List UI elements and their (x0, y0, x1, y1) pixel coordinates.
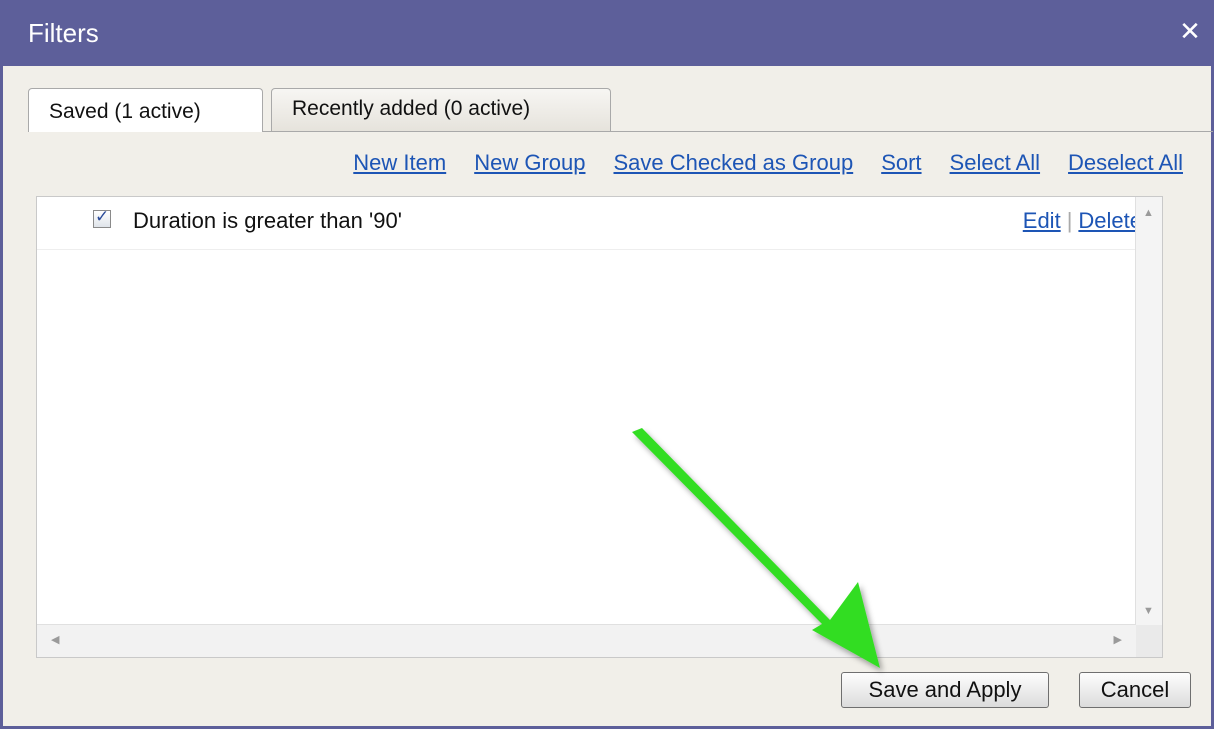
save-checked-as-group-link[interactable]: Save Checked as Group (613, 150, 853, 184)
filter-checkbox[interactable]: ✓ (93, 207, 111, 228)
scroll-down-icon[interactable]: ▼ (1143, 605, 1154, 617)
tab-saved[interactable]: Saved (1 active) (28, 88, 263, 132)
select-all-link[interactable]: Select All (950, 150, 1041, 184)
tab-recently-added-label: Recently added (0 active) (292, 97, 531, 120)
list-item: ✓ Duration is greater than '90' Edit | Del… (37, 197, 1162, 250)
action-separator: | (1066, 208, 1073, 233)
filter-actions: Edit | Delete (1023, 208, 1142, 234)
sort-link[interactable]: Sort (881, 150, 921, 184)
scroll-right-icon[interactable]: ▶ (1114, 633, 1122, 646)
filter-toolbar: New Item New Group Save Checked as Group… (353, 150, 1183, 184)
cancel-button[interactable]: Cancel (1079, 672, 1191, 708)
delete-link[interactable]: Delete (1078, 208, 1142, 233)
deselect-all-link[interactable]: Deselect All (1068, 150, 1183, 184)
checkmark-icon: ✓ (95, 207, 110, 226)
scrollbar-corner (1136, 625, 1162, 657)
new-group-link[interactable]: New Group (474, 150, 585, 184)
tab-saved-label: Saved (1 active) (49, 100, 201, 123)
scroll-up-icon[interactable]: ▲ (1143, 207, 1154, 219)
scroll-left-icon[interactable]: ◀ (51, 633, 59, 646)
title-bar: Filters ✕ (0, 0, 1214, 66)
edit-link[interactable]: Edit (1023, 208, 1061, 233)
new-item-link[interactable]: New Item (353, 150, 446, 184)
dialog-title: Filters (28, 18, 99, 48)
close-icon[interactable]: ✕ (1176, 14, 1204, 48)
tab-recently-added[interactable]: Recently added (0 active) (271, 88, 611, 131)
vertical-scrollbar[interactable]: ▲ ▼ (1135, 197, 1162, 627)
save-and-apply-button[interactable]: Save and Apply (841, 672, 1049, 708)
filter-list: ✓ Duration is greater than '90' Edit | Del… (36, 196, 1163, 658)
filter-label: Duration is greater than '90' (133, 208, 402, 233)
filters-dialog: Filters ✕ Saved (1 active) Recently adde… (0, 0, 1214, 729)
horizontal-scrollbar[interactable]: ◀ ▶ (37, 624, 1136, 657)
